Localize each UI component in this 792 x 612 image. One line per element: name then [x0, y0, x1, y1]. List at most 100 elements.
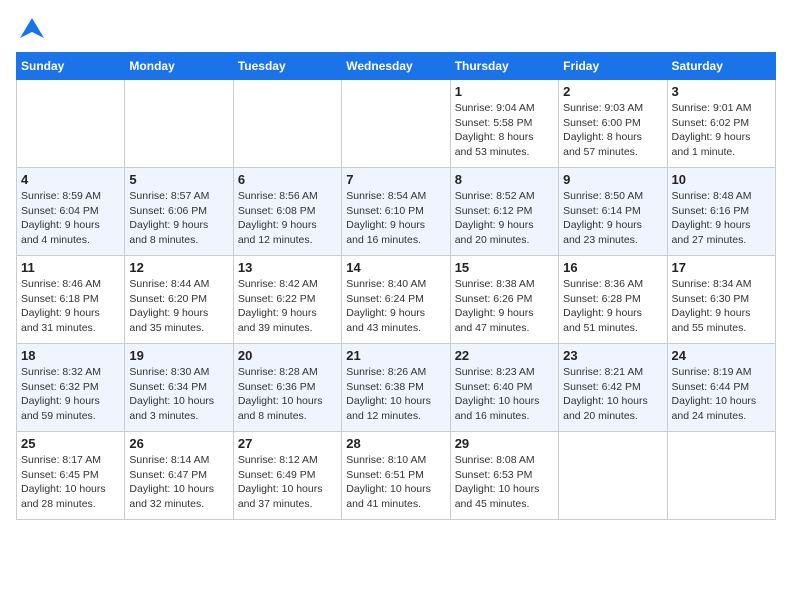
day-number: 1 — [455, 84, 554, 99]
calendar-week-row: 4 Sunrise: 8:59 AM Sunset: 6:04 PM Daylig… — [17, 168, 776, 256]
calendar-cell: 22 Sunrise: 8:23 AM Sunset: 6:40 PM Dayli… — [450, 344, 558, 432]
day-info: Sunrise: 8:23 AM Sunset: 6:40 PM Dayligh… — [455, 365, 554, 424]
calendar-cell: 19Sunrise: 8:30 AM Sunset: 6:34 PM Dayli… — [125, 344, 233, 432]
logo — [16, 16, 48, 44]
day-info: Sunrise: 8:42 AM Sunset: 6:22 PM Dayligh… — [238, 277, 337, 336]
calendar-cell: 3 Sunrise: 9:01 AM Sunset: 6:02 PM Daylig… — [667, 80, 775, 168]
day-info: Sunrise: 8:57 AM Sunset: 6:06 PM Dayligh… — [129, 189, 228, 248]
col-header-wednesday: Wednesday — [342, 53, 450, 80]
day-info: Sunrise: 8:32 AM Sunset: 6:32 PM Dayligh… — [21, 365, 120, 424]
col-header-thursday: Thursday — [450, 53, 558, 80]
calendar-header-row: SundayMondayTuesdayWednesdayThursdayFrid… — [17, 53, 776, 80]
calendar: SundayMondayTuesdayWednesdayThursdayFrid… — [16, 52, 776, 520]
calendar-cell: 8Sunrise: 8:52 AM Sunset: 6:12 PM Daylig… — [450, 168, 558, 256]
day-info: Sunrise: 8:17 AM Sunset: 6:45 PM Dayligh… — [21, 453, 120, 512]
day-info: Sunrise: 8:34 AM Sunset: 6:30 PM Dayligh… — [672, 277, 771, 336]
day-number: 6 — [238, 172, 337, 187]
col-header-sunday: Sunday — [17, 53, 125, 80]
calendar-cell: 12 Sunrise: 8:44 AM Sunset: 6:20 PM Dayli… — [125, 256, 233, 344]
calendar-cell: 4 Sunrise: 8:59 AM Sunset: 6:04 PM Daylig… — [17, 168, 125, 256]
calendar-week-row: 25Sunrise: 8:17 AM Sunset: 6:45 PM Dayli… — [17, 432, 776, 520]
day-info: Sunrise: 8:50 AM Sunset: 6:14 PM Dayligh… — [563, 189, 662, 248]
col-header-tuesday: Tuesday — [233, 53, 341, 80]
day-info: Sunrise: 8:38 AM Sunset: 6:26 PM Dayligh… — [455, 277, 554, 336]
day-number: 29 — [455, 436, 554, 451]
day-number: 22 — [455, 348, 554, 363]
calendar-cell: 21Sunrise: 8:26 AM Sunset: 6:38 PM Dayli… — [342, 344, 450, 432]
calendar-cell: 27 Sunrise: 8:12 AM Sunset: 6:49 PM Dayli… — [233, 432, 341, 520]
calendar-cell — [559, 432, 667, 520]
day-info: Sunrise: 8:26 AM Sunset: 6:38 PM Dayligh… — [346, 365, 445, 424]
day-number: 17 — [672, 260, 771, 275]
day-number: 26 — [129, 436, 228, 451]
calendar-cell: 9 Sunrise: 8:50 AM Sunset: 6:14 PM Daylig… — [559, 168, 667, 256]
calendar-cell: 18 Sunrise: 8:32 AM Sunset: 6:32 PM Dayli… — [17, 344, 125, 432]
calendar-cell: 17 Sunrise: 8:34 AM Sunset: 6:30 PM Dayli… — [667, 256, 775, 344]
day-info: Sunrise: 8:08 AM Sunset: 6:53 PM Dayligh… — [455, 453, 554, 512]
calendar-cell: 23Sunrise: 8:21 AM Sunset: 6:42 PM Dayli… — [559, 344, 667, 432]
calendar-cell — [125, 80, 233, 168]
day-number: 18 — [21, 348, 120, 363]
day-number: 2 — [563, 84, 662, 99]
day-info: Sunrise: 8:40 AM Sunset: 6:24 PM Dayligh… — [346, 277, 445, 336]
header — [16, 16, 776, 44]
calendar-cell: 20 Sunrise: 8:28 AM Sunset: 6:36 PM Dayli… — [233, 344, 341, 432]
calendar-cell: 5 Sunrise: 8:57 AM Sunset: 6:06 PM Daylig… — [125, 168, 233, 256]
col-header-saturday: Saturday — [667, 53, 775, 80]
day-info: Sunrise: 8:19 AM Sunset: 6:44 PM Dayligh… — [672, 365, 771, 424]
day-info: Sunrise: 8:28 AM Sunset: 6:36 PM Dayligh… — [238, 365, 337, 424]
calendar-cell — [233, 80, 341, 168]
day-info: Sunrise: 8:59 AM Sunset: 6:04 PM Dayligh… — [21, 189, 120, 248]
day-number: 28 — [346, 436, 445, 451]
day-number: 20 — [238, 348, 337, 363]
calendar-cell: 29 Sunrise: 8:08 AM Sunset: 6:53 PM Dayli… — [450, 432, 558, 520]
logo-icon — [18, 16, 46, 44]
day-number: 27 — [238, 436, 337, 451]
day-number: 4 — [21, 172, 120, 187]
day-info: Sunrise: 8:56 AM Sunset: 6:08 PM Dayligh… — [238, 189, 337, 248]
calendar-week-row: 11 Sunrise: 8:46 AM Sunset: 6:18 PM Dayli… — [17, 256, 776, 344]
day-info: Sunrise: 8:48 AM Sunset: 6:16 PM Dayligh… — [672, 189, 771, 248]
col-header-monday: Monday — [125, 53, 233, 80]
day-number: 5 — [129, 172, 228, 187]
day-number: 16 — [563, 260, 662, 275]
day-number: 3 — [672, 84, 771, 99]
day-number: 23 — [563, 348, 662, 363]
calendar-cell: 13 Sunrise: 8:42 AM Sunset: 6:22 PM Dayli… — [233, 256, 341, 344]
calendar-cell: 24Sunrise: 8:19 AM Sunset: 6:44 PM Dayli… — [667, 344, 775, 432]
day-info: Sunrise: 9:01 AM Sunset: 6:02 PM Dayligh… — [672, 101, 771, 160]
calendar-cell: 28 Sunrise: 8:10 AM Sunset: 6:51 PM Dayli… — [342, 432, 450, 520]
calendar-cell: 1 Sunrise: 9:04 AM Sunset: 5:58 PM Daylig… — [450, 80, 558, 168]
day-number: 15 — [455, 260, 554, 275]
day-number: 11 — [21, 260, 120, 275]
day-info: Sunrise: 8:12 AM Sunset: 6:49 PM Dayligh… — [238, 453, 337, 512]
calendar-cell: 25Sunrise: 8:17 AM Sunset: 6:45 PM Dayli… — [17, 432, 125, 520]
calendar-cell: 11 Sunrise: 8:46 AM Sunset: 6:18 PM Dayli… — [17, 256, 125, 344]
day-info: Sunrise: 8:46 AM Sunset: 6:18 PM Dayligh… — [21, 277, 120, 336]
col-header-friday: Friday — [559, 53, 667, 80]
day-number: 7 — [346, 172, 445, 187]
day-info: Sunrise: 8:10 AM Sunset: 6:51 PM Dayligh… — [346, 453, 445, 512]
calendar-cell: 15 Sunrise: 8:38 AM Sunset: 6:26 PM Dayli… — [450, 256, 558, 344]
day-info: Sunrise: 8:30 AM Sunset: 6:34 PM Dayligh… — [129, 365, 228, 424]
day-number: 9 — [563, 172, 662, 187]
calendar-cell: 10 Sunrise: 8:48 AM Sunset: 6:16 PM Dayli… — [667, 168, 775, 256]
calendar-cell: 14Sunrise: 8:40 AM Sunset: 6:24 PM Dayli… — [342, 256, 450, 344]
day-number: 8 — [455, 172, 554, 187]
day-info: Sunrise: 8:44 AM Sunset: 6:20 PM Dayligh… — [129, 277, 228, 336]
day-number: 10 — [672, 172, 771, 187]
day-info: Sunrise: 9:03 AM Sunset: 6:00 PM Dayligh… — [563, 101, 662, 160]
calendar-cell — [17, 80, 125, 168]
day-info: Sunrise: 8:36 AM Sunset: 6:28 PM Dayligh… — [563, 277, 662, 336]
day-info: Sunrise: 8:14 AM Sunset: 6:47 PM Dayligh… — [129, 453, 228, 512]
calendar-week-row: 18 Sunrise: 8:32 AM Sunset: 6:32 PM Dayli… — [17, 344, 776, 432]
calendar-cell — [342, 80, 450, 168]
day-number: 12 — [129, 260, 228, 275]
calendar-cell: 6 Sunrise: 8:56 AM Sunset: 6:08 PM Daylig… — [233, 168, 341, 256]
calendar-cell: 16 Sunrise: 8:36 AM Sunset: 6:28 PM Dayli… — [559, 256, 667, 344]
calendar-week-row: 1 Sunrise: 9:04 AM Sunset: 5:58 PM Daylig… — [17, 80, 776, 168]
day-info: Sunrise: 8:54 AM Sunset: 6:10 PM Dayligh… — [346, 189, 445, 248]
day-number: 13 — [238, 260, 337, 275]
day-info: Sunrise: 9:04 AM Sunset: 5:58 PM Dayligh… — [455, 101, 554, 160]
calendar-cell: 2 Sunrise: 9:03 AM Sunset: 6:00 PM Daylig… — [559, 80, 667, 168]
